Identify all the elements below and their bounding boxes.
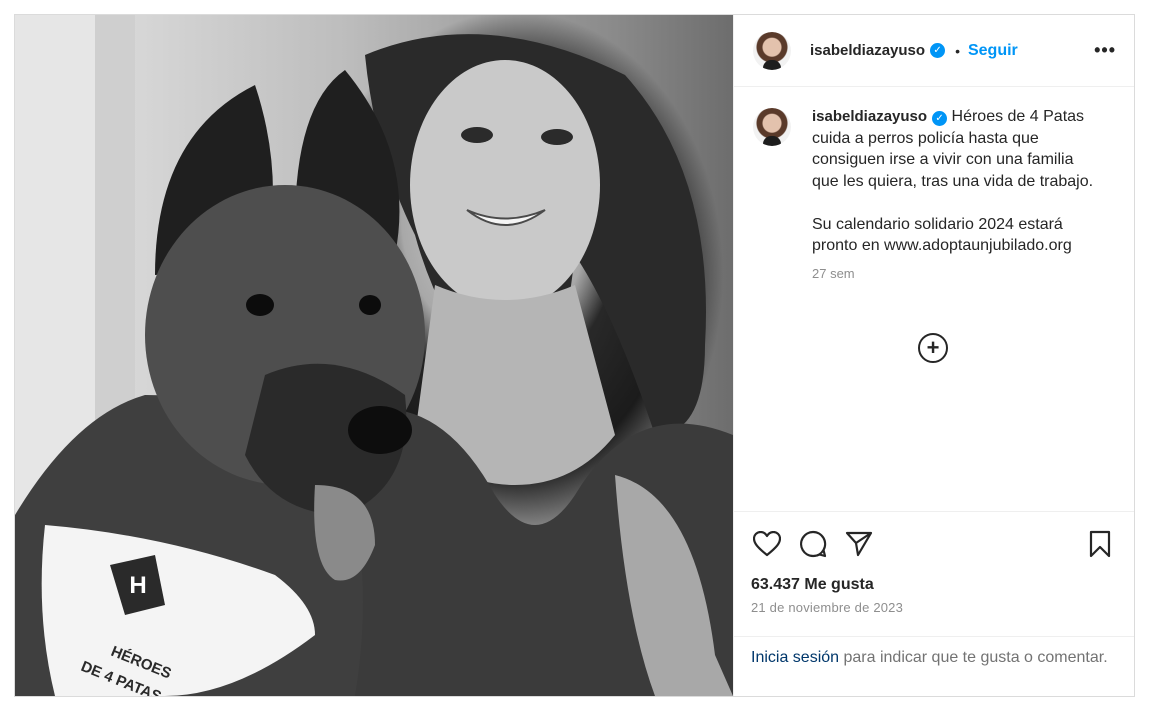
post-photo[interactable]: H HÉROES DE 4 PATAS xyxy=(15,15,733,696)
follow-button[interactable]: Seguir xyxy=(968,42,1018,60)
send-icon[interactable] xyxy=(843,528,875,560)
scarf-logo: H xyxy=(129,572,146,599)
more-options-icon[interactable]: ••• xyxy=(1094,40,1116,61)
avatar[interactable] xyxy=(753,31,791,70)
caption-time[interactable]: 27 sem xyxy=(812,263,1102,285)
caption: isabeldiazayuso ✓ Héroes de 4 Patas cuida… xyxy=(812,106,1102,284)
caption-username-link[interactable]: isabeldiazayuso xyxy=(812,108,927,125)
login-text: para indicar que te gusta o comentar. xyxy=(839,649,1108,666)
caption-row: isabeldiazayuso ✓ Héroes de 4 Patas cuida… xyxy=(753,106,1116,284)
caption-paragraph: isabeldiazayuso ✓ Héroes de 4 Patas cuida… xyxy=(812,106,1102,257)
heart-icon[interactable] xyxy=(751,528,783,560)
login-prompt: Inicia sesión para indicar que te gusta … xyxy=(734,636,1134,696)
bookmark-icon[interactable] xyxy=(1084,528,1116,560)
post-side-panel: isabeldiazayuso ✓ • Seguir ••• isabeldia… xyxy=(733,15,1134,696)
instagram-post: H HÉROES DE 4 PATAS isabeldiazayuso ✓ • … xyxy=(14,14,1135,697)
comments-section: isabeldiazayuso ✓ Héroes de 4 Patas cuida… xyxy=(734,87,1134,511)
caption-avatar[interactable] xyxy=(753,108,791,146)
caption-verified-badge-icon: ✓ xyxy=(932,111,948,127)
caption-text: Héroes de 4 Patas cuida a perros policía… xyxy=(812,108,1094,254)
verified-badge-icon: ✓ xyxy=(930,43,946,58)
post-date[interactable]: 21 de noviembre de 2023 xyxy=(751,600,1116,615)
comment-icon[interactable] xyxy=(797,528,829,560)
photo-illustration: H HÉROES DE 4 PATAS xyxy=(15,15,733,696)
load-more-comments-icon[interactable]: + xyxy=(918,333,948,363)
action-icons xyxy=(751,526,1116,562)
username-link[interactable]: isabeldiazayuso xyxy=(810,42,925,59)
login-link[interactable]: Inicia sesión xyxy=(751,649,839,666)
separator-dot: • xyxy=(955,42,960,59)
post-actions: 63.437 Me gusta 21 de noviembre de 2023 xyxy=(734,511,1134,636)
likes-count[interactable]: 63.437 Me gusta xyxy=(751,576,1116,594)
post-header: isabeldiazayuso ✓ • Seguir ••• xyxy=(734,15,1134,87)
